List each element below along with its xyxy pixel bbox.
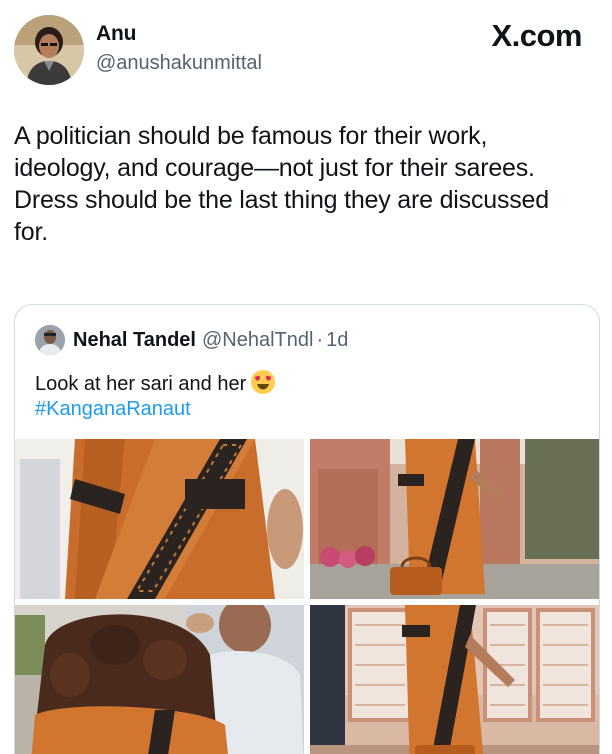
- tweet-text-line: A politician should be famous for their …: [14, 122, 488, 150]
- tweet-text-line: ideology, and courage—not just for their…: [14, 154, 535, 182]
- quoted-author-handle[interactable]: @NehalTndl: [202, 329, 313, 351]
- author-handle[interactable]: @anushakunmittal: [96, 52, 262, 75]
- quoted-author-avatar[interactable]: [35, 325, 65, 355]
- photo-1[interactable]: [15, 439, 304, 599]
- photo-2[interactable]: [310, 439, 599, 599]
- quoted-author-meta: Nehal Tandel @NehalTndl · 1d: [73, 329, 348, 352]
- meta-separator: ·: [316, 329, 324, 351]
- quoted-text: Look at her sari and her: [35, 369, 276, 398]
- tweet-text-line: for.: [14, 218, 48, 246]
- tweet-screenshot: Anu @anushakunmittal X.com A politician …: [0, 0, 612, 754]
- author-avatar[interactable]: [14, 15, 84, 85]
- heart-eyes-emoji-icon: [250, 369, 276, 395]
- photo-4[interactable]: [310, 605, 599, 754]
- tweet-text-line: Dress should be the last thing they are …: [14, 186, 549, 214]
- tweet-text: A politician should be famous for their …: [14, 120, 604, 248]
- x-com-watermark: X.com: [491, 18, 582, 53]
- quoted-timestamp[interactable]: 1d: [326, 329, 348, 351]
- quoted-text-content: Look at her sari and her: [35, 373, 247, 395]
- photo-3[interactable]: [15, 605, 304, 754]
- quoted-author-name[interactable]: Nehal Tandel: [73, 329, 196, 351]
- hashtag-link[interactable]: #KanganaRanaut: [35, 398, 191, 421]
- quoted-tweet-card[interactable]: Nehal Tandel @NehalTndl · 1d Look at her sa…: [14, 304, 600, 754]
- author-name[interactable]: Anu: [96, 22, 136, 46]
